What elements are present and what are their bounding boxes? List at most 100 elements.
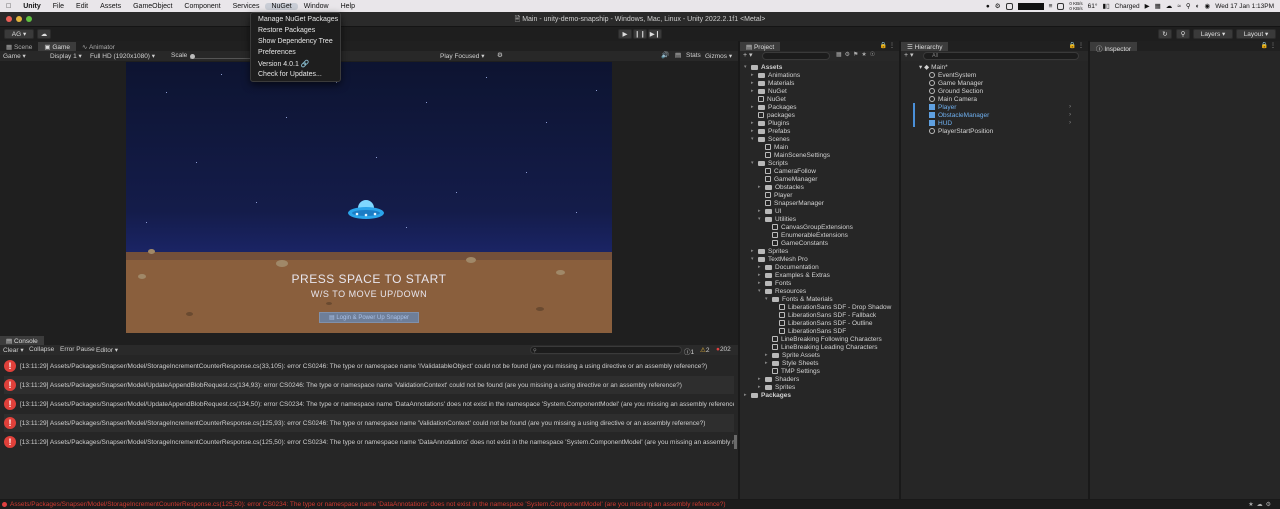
control-center-icon[interactable]: ◐	[1196, 3, 1200, 10]
clear-button[interactable]: Clear ▾	[3, 346, 24, 354]
project-tree-item[interactable]: ▾ Utilities	[758, 215, 796, 223]
scale-slider[interactable]	[190, 53, 250, 59]
chevron-down-icon[interactable]: ▾	[751, 160, 756, 166]
play-focused-dropdown[interactable]: Play Focused ▾	[440, 52, 484, 60]
cloud-button[interactable]: ☁	[37, 29, 51, 39]
project-tree-item[interactable]: LiberationSans SDF	[772, 327, 846, 335]
show-dependency-tree-item[interactable]: Show Dependency Tree	[258, 38, 333, 45]
battery-icon[interactable]: ▮▯	[1103, 2, 1110, 10]
wifi-icon[interactable]: ≈	[1177, 3, 1181, 10]
project-tree-item[interactable]: ▸ Fonts	[758, 279, 791, 287]
project-tree-item[interactable]: ▾ Scripts	[751, 159, 788, 167]
chevron-down-icon[interactable]: ▾	[758, 216, 763, 222]
display-dropdown[interactable]: Display 1 ▾	[50, 52, 82, 60]
project-tree-item[interactable]: ▸ UI	[758, 207, 782, 215]
history-icon[interactable]: ↻	[1158, 29, 1172, 39]
chevron-right-icon[interactable]: ▸	[765, 360, 770, 366]
project-tree-item[interactable]: GameConstants	[765, 239, 828, 247]
project-tree-item[interactable]: ▸ Sprite Assets	[765, 351, 820, 359]
search-toolbar-icon[interactable]: ⚲	[1176, 29, 1190, 39]
search-icon[interactable]: ⚲	[1186, 2, 1191, 10]
preferences-item[interactable]: Preferences	[258, 49, 296, 56]
menu-component[interactable]: Component	[178, 3, 226, 10]
console-row[interactable]: ! [13:11:29] Assets/Packages/Snapser/Mode…	[4, 433, 734, 451]
hierarchy-item[interactable]: EventSystem	[929, 71, 976, 79]
menu-assets[interactable]: Assets	[94, 3, 127, 10]
menu-gameobject[interactable]: GameObject	[127, 3, 178, 10]
chevron-right-icon[interactable]: ▸	[758, 376, 763, 382]
chevron-right-icon[interactable]: ▸	[751, 128, 756, 134]
gear-icon[interactable]: ⚙	[995, 2, 1001, 10]
chevron-down-icon[interactable]: ▾	[744, 64, 749, 70]
project-tree-item[interactable]: Player	[758, 191, 792, 199]
project-tree-item[interactable]: Main	[758, 143, 788, 151]
project-tree-item[interactable]: ▾ Scenes	[751, 135, 790, 143]
tab-game[interactable]: ▣ Game	[38, 42, 77, 51]
chevron-down-icon[interactable]: ▾	[751, 256, 756, 262]
gear-small-icon[interactable]: ⚙	[497, 51, 503, 59]
chevron-right-icon[interactable]: ▸	[758, 264, 763, 270]
chevron-right-icon[interactable]: ›	[1069, 111, 1071, 118]
menu-file[interactable]: File	[47, 3, 70, 10]
chevron-right-icon[interactable]: ▸	[751, 80, 756, 86]
project-tree-item[interactable]: ▸ Plugins	[751, 119, 789, 127]
hierarchy-item[interactable]: PlayerStartPosition	[929, 127, 993, 135]
console-row[interactable]: ! [13:11:29] Assets/Packages/Snapser/Mode…	[4, 357, 734, 375]
project-tree-item[interactable]: CameraFollow	[758, 167, 816, 175]
error-pause-button[interactable]: Error Pause	[60, 346, 95, 353]
project-tree-item[interactable]: LiberationSans SDF - Outline	[772, 319, 873, 327]
layout-dropdown[interactable]: Layout ▾	[1236, 29, 1276, 39]
project-tree-item[interactable]: ▸ Examples & Extras	[758, 271, 830, 279]
project-tree-item[interactable]: ▸ Animations	[751, 71, 800, 79]
hierarchy-item[interactable]: › ObstacleManager	[913, 111, 1071, 119]
hierarchy-item[interactable]: › HUD	[913, 119, 1071, 127]
project-tree-item[interactable]: ▸ Shaders	[758, 375, 799, 383]
pause-button[interactable]: ❙❙	[633, 29, 647, 39]
console-row[interactable]: ! [13:11:29] Assets/Packages/Snapser/Mode…	[4, 395, 734, 413]
manage-nuget-packages-item[interactable]: Manage NuGet Packages	[258, 16, 338, 23]
project-tree-item[interactable]: ▾ Assets	[744, 63, 782, 71]
project-tree-item[interactable]: LineBreaking Following Characters	[765, 335, 882, 343]
project-tree-item[interactable]: MainSceneSettings	[758, 151, 830, 159]
chevron-right-icon[interactable]: ▸	[751, 104, 756, 110]
chevron-right-icon[interactable]: ▸	[751, 120, 756, 126]
chevron-down-icon[interactable]: ▾	[758, 288, 763, 294]
cloud-icon[interactable]: ☁	[1166, 2, 1173, 10]
chevron-down-icon[interactable]: ▾	[751, 136, 756, 142]
project-search-input[interactable]	[762, 52, 830, 60]
project-tree-item[interactable]: NuGet	[751, 95, 786, 103]
hierarchy-item[interactable]: ▾ ◆ Main*	[919, 63, 948, 72]
game-view-dropdown[interactable]: Game ▾	[3, 52, 26, 60]
inspector-lock-icon[interactable]: 🔒 ⋮	[1261, 42, 1276, 49]
step-button[interactable]: ▶❙	[648, 29, 662, 39]
editor-dropdown[interactable]: Editor ▾	[96, 346, 118, 354]
chevron-right-icon[interactable]: ▸	[758, 272, 763, 278]
check-for-updates-item[interactable]: Check for Updates...	[258, 71, 322, 78]
account-button[interactable]: AG ▾	[4, 29, 34, 39]
project-tree-item[interactable]: packages	[751, 111, 795, 119]
console-row[interactable]: ! [13:11:29] Assets/Packages/Snapser/Mode…	[4, 376, 734, 394]
menu-nuget[interactable]: NuGet	[265, 2, 298, 10]
hierarchy-item[interactable]: Ground Section	[929, 87, 983, 95]
project-tree-item[interactable]: SnapserManager	[758, 199, 824, 207]
chevron-right-icon[interactable]: ▸	[758, 280, 763, 286]
tab-project[interactable]: ▤ Project	[740, 42, 781, 51]
chevron-right-icon[interactable]: ›	[1069, 103, 1071, 110]
stack-icon[interactable]: ▦	[1155, 2, 1161, 10]
version-item[interactable]: Version 4.0.1 🔗	[258, 60, 310, 68]
project-tree-item[interactable]: LiberationSans SDF - Drop Shadow	[772, 303, 891, 311]
project-tree-item[interactable]: ▸ Obstacles	[758, 183, 804, 191]
gizmos-button[interactable]: Gizmos ▾	[705, 52, 732, 60]
chevron-right-icon[interactable]: ▸	[758, 208, 763, 214]
warning-count[interactable]: ⚠2	[700, 346, 709, 354]
restore-packages-item[interactable]: Restore Packages	[258, 27, 315, 34]
console-row[interactable]: ! [13:11:29] Assets/Packages/Snapser/Mode…	[4, 414, 734, 432]
tab-console[interactable]: ▤ Console	[0, 336, 44, 345]
login-power-up-button[interactable]: ▤ Login & Power Up Snapper	[319, 312, 419, 323]
collapse-button[interactable]: Collapse	[29, 346, 54, 353]
play-button[interactable]: ▶	[618, 29, 632, 39]
mute-icon[interactable]: 🔊	[661, 51, 669, 59]
chevron-right-icon[interactable]: ▸	[744, 392, 749, 398]
stats-button[interactable]: Stats	[686, 52, 701, 59]
chevron-right-icon[interactable]: ▸	[758, 384, 763, 390]
